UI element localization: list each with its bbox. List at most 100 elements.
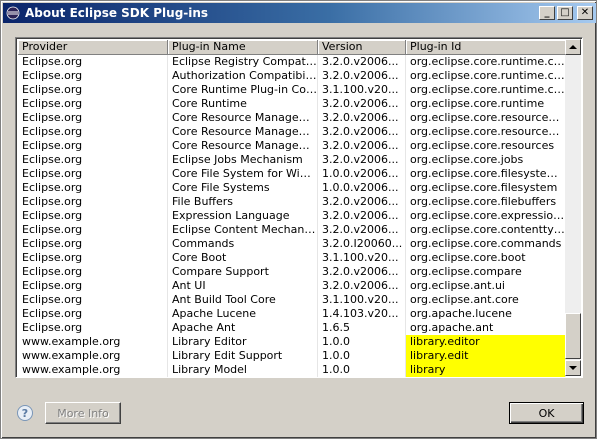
table-row[interactable]: Eclipse.org Core Boot 3.1.100.v20... org.ec…	[18, 251, 566, 265]
cell-provider: Eclipse.org	[18, 153, 168, 167]
cell-version: 3.1.100.v20...	[318, 83, 406, 97]
table-row[interactable]: Eclipse.org Core Resource Manageme... 3.2.…	[18, 111, 566, 125]
cell-provider: Eclipse.org	[18, 265, 168, 279]
cell-version: 3.2.0.v2006...	[318, 265, 406, 279]
cell-plugin-id: org.eclipse.core.expressions	[406, 209, 566, 223]
arrow-up-icon	[569, 45, 577, 49]
cell-version: 3.2.0.v2006...	[318, 125, 406, 139]
table-row[interactable]: Eclipse.org Eclipse Jobs Mechanism 3.2.0.v…	[18, 153, 566, 167]
cell-plugin-id: org.eclipse.ant.ui	[406, 279, 566, 293]
table-row[interactable]: Eclipse.org File Buffers 3.2.0.v2006... org…	[18, 195, 566, 209]
table-row[interactable]: www.example.org Library Edit Support 1.0.0…	[18, 349, 566, 363]
cell-provider: Eclipse.org	[18, 83, 168, 97]
table-row[interactable]: Eclipse.org Core File Systems 1.0.0.v2006.…	[18, 181, 566, 195]
cell-provider: Eclipse.org	[18, 55, 168, 69]
cell-plugin-id: org.eclipse.ant.core	[406, 293, 566, 307]
cell-version: 3.2.0.v2006...	[318, 209, 406, 223]
cell-plugin-name: Library Editor	[168, 335, 318, 349]
table-row[interactable]: Eclipse.org Eclipse Registry Compatibi...…	[18, 55, 566, 69]
cell-version: 3.1.100.v20...	[318, 293, 406, 307]
column-header-provider[interactable]: Provider	[18, 40, 168, 55]
close-button[interactable]: ✕	[577, 6, 593, 20]
plugins-table[interactable]: Provider Plug-in Name Version Plug-in Id…	[15, 37, 583, 378]
table-row[interactable]: Eclipse.org Ant Build Tool Core 3.1.100.v2…	[18, 293, 566, 307]
title-bar[interactable]: About Eclipse SDK Plug-ins _ □ ✕	[3, 3, 596, 23]
cell-plugin-name: Apache Ant	[168, 321, 318, 335]
column-header-version[interactable]: Version	[318, 40, 406, 55]
table-row[interactable]: Eclipse.org Core Resource Manageme... 3.2.…	[18, 125, 566, 139]
cell-plugin-id: org.eclipse.core.boot	[406, 251, 566, 265]
cell-version: 1.0.0	[318, 335, 406, 349]
cell-plugin-name: Apache Lucene	[168, 307, 318, 321]
table-row[interactable]: Eclipse.org Commands 3.2.0.I20060... org.ec…	[18, 237, 566, 251]
window-title: About Eclipse SDK Plug-ins	[25, 6, 209, 20]
cell-plugin-name: Core File System for Wind...	[168, 167, 318, 181]
table-row[interactable]: Eclipse.org Authorization Compatibilit...…	[18, 69, 566, 83]
cell-plugin-name: Core Resource Manageme...	[168, 125, 318, 139]
cell-version: 3.2.0.v2006...	[318, 69, 406, 83]
cell-version: 3.2.0.v2006...	[318, 153, 406, 167]
table-row[interactable]: www.example.org Library Model 1.0.0 library	[18, 363, 566, 377]
cell-plugin-id: org.eclipse.core.jobs	[406, 153, 566, 167]
cell-plugin-id: org.eclipse.core.filesystem	[406, 181, 566, 195]
vertical-scrollbar[interactable]	[565, 39, 581, 376]
maximize-button[interactable]: □	[557, 6, 573, 20]
table-row[interactable]: Eclipse.org Expression Language 3.2.0.v200…	[18, 209, 566, 223]
table-row[interactable]: Eclipse.org Apache Lucene 1.4.103.v20... or…	[18, 307, 566, 321]
help-icon[interactable]: ?	[17, 405, 33, 421]
cell-plugin-name: Core Resource Management	[168, 139, 318, 153]
table-row[interactable]: Eclipse.org Eclipse Content Mechanism 3.2.…	[18, 223, 566, 237]
ok-button[interactable]: OK	[509, 402, 584, 424]
cell-provider: Eclipse.org	[18, 69, 168, 83]
table-row[interactable]: Eclipse.org Core Resource Management 3.2.0…	[18, 139, 566, 153]
cell-provider: Eclipse.org	[18, 111, 168, 125]
table-row[interactable]: Eclipse.org Compare Support 3.2.0.v2006...…	[18, 265, 566, 279]
cell-version: 3.2.0.v2006...	[318, 223, 406, 237]
cell-plugin-id: org.apache.ant	[406, 321, 566, 335]
cell-plugin-name: Compare Support	[168, 265, 318, 279]
cell-plugin-id: org.eclipse.core.commands	[406, 237, 566, 251]
cell-plugin-name: Core Runtime	[168, 97, 318, 111]
cell-plugin-name: Library Model	[168, 363, 318, 377]
scroll-down-button[interactable]	[565, 360, 581, 376]
table-row[interactable]: www.example.org Library Editor 1.0.0 librar…	[18, 335, 566, 349]
cell-version: 3.2.0.v2006...	[318, 55, 406, 69]
cell-plugin-name: Core Boot	[168, 251, 318, 265]
table-row[interactable]: Eclipse.org Core Runtime Plug-in Com... 3.…	[18, 83, 566, 97]
table-row[interactable]: Eclipse.org Core Runtime 3.2.0.v2006... org…	[18, 97, 566, 111]
more-info-button[interactable]: More Info	[45, 402, 121, 424]
cell-provider: Eclipse.org	[18, 293, 168, 307]
column-header-plugin-name[interactable]: Plug-in Name	[168, 40, 318, 55]
cell-plugin-id: org.eclipse.core.resources.c...	[406, 125, 566, 139]
cell-version: 1.0.0.v2006...	[318, 167, 406, 181]
minimize-button[interactable]: _	[539, 6, 555, 20]
table-row[interactable]: Eclipse.org Core File System for Wind... 1…	[18, 167, 566, 181]
column-header-plugin-id[interactable]: Plug-in Id	[406, 40, 566, 55]
table-row[interactable]: Eclipse.org Ant UI 3.2.0.v2006... org.eclip…	[18, 279, 566, 293]
cell-version: 1.0.0	[318, 349, 406, 363]
cell-provider: Eclipse.org	[18, 237, 168, 251]
cell-plugin-name: Commands	[168, 237, 318, 251]
cell-version: 1.6.5	[318, 321, 406, 335]
cell-plugin-id: org.apache.lucene	[406, 307, 566, 321]
scroll-up-button[interactable]	[565, 39, 581, 55]
cell-plugin-id: org.eclipse.core.resources....	[406, 111, 566, 125]
cell-provider: Eclipse.org	[18, 181, 168, 195]
cell-provider: Eclipse.org	[18, 125, 168, 139]
cell-plugin-name: Eclipse Registry Compatibi...	[168, 55, 318, 69]
cell-plugin-id: library.editor	[406, 335, 566, 349]
cell-version: 3.2.0.v2006...	[318, 111, 406, 125]
cell-plugin-name: Ant Build Tool Core	[168, 293, 318, 307]
table-body: Eclipse.org Eclipse Registry Compatibi...…	[18, 55, 566, 377]
cell-version: 1.0.0.v2006...	[318, 181, 406, 195]
table-row[interactable]: Eclipse.org Apache Ant 1.6.5 org.apache.ant	[18, 321, 566, 335]
cell-plugin-id: org.eclipse.core.runtime	[406, 97, 566, 111]
cell-provider: www.example.org	[18, 335, 168, 349]
scrollbar-thumb[interactable]	[565, 313, 581, 359]
cell-plugin-name: Core Runtime Plug-in Com...	[168, 83, 318, 97]
cell-plugin-name: Library Edit Support	[168, 349, 318, 363]
about-plugins-dialog: About Eclipse SDK Plug-ins _ □ ✕ Provide…	[0, 0, 597, 439]
cell-provider: Eclipse.org	[18, 223, 168, 237]
cell-provider: Eclipse.org	[18, 195, 168, 209]
cell-version: 3.2.0.v2006...	[318, 139, 406, 153]
